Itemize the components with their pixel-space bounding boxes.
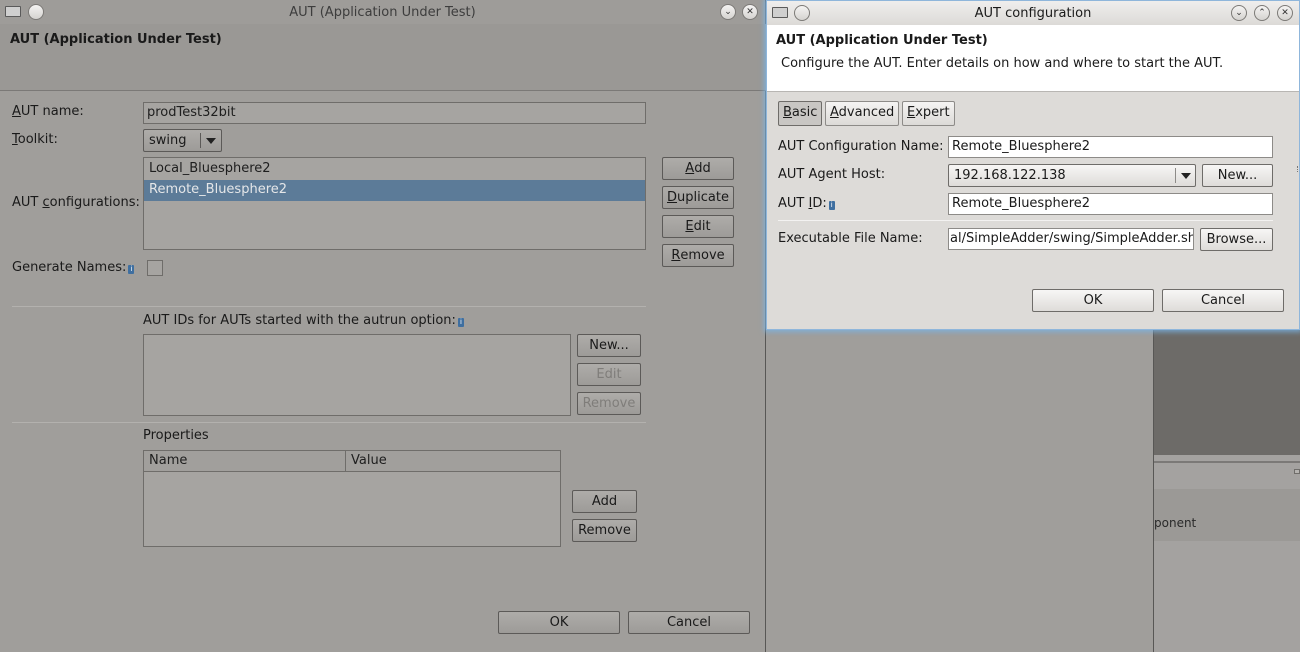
separator bbox=[12, 422, 646, 423]
agent-host-select[interactable]: 192.168.122.138 bbox=[948, 164, 1196, 187]
aut-id-label: AUT ID: i bbox=[778, 196, 835, 211]
config-name-label: AUT Configuration Name: bbox=[778, 139, 944, 154]
generate-names-label: Generate Names: i bbox=[12, 260, 135, 275]
window-options-icon[interactable] bbox=[28, 4, 44, 20]
aut-name-label: AUT name: bbox=[12, 104, 84, 119]
cancel-button[interactable]: Cancel bbox=[628, 611, 750, 634]
cancel-button[interactable]: Cancel bbox=[1162, 289, 1284, 312]
autrun-label: AUT IDs for AUTs started with the autrun… bbox=[143, 313, 464, 328]
ok-button[interactable]: OK bbox=[1032, 289, 1154, 312]
ok-button[interactable]: OK bbox=[498, 611, 620, 634]
maximize-icon[interactable]: ⌃ bbox=[1254, 5, 1270, 21]
window-menu-icon[interactable] bbox=[772, 7, 788, 18]
aut-id-input[interactable]: Remote_Bluesphere2 bbox=[948, 193, 1273, 215]
aut-configuration-titlebar: AUT configuration ⌄ ⌃ ✕ bbox=[767, 1, 1299, 25]
chevron-down-icon bbox=[206, 138, 216, 144]
aut-configuration-description: Configure the AUT. Enter details on how … bbox=[781, 56, 1224, 71]
window-menu-icon[interactable] bbox=[5, 6, 21, 17]
autrun-ids-list[interactable] bbox=[143, 334, 571, 416]
aut-dialog-titlebar: AUT (Application Under Test) ⌄ ✕ bbox=[0, 0, 765, 24]
minimize-icon[interactable]: ⌄ bbox=[1231, 5, 1247, 21]
generate-names-checkbox[interactable] bbox=[147, 260, 163, 276]
new-agent-host-button[interactable]: New... bbox=[1202, 164, 1273, 187]
aut-configuration-dialog: AUT configuration ⌄ ⌃ ✕ AUT (Application… bbox=[766, 0, 1300, 330]
browse-button[interactable]: Browse... bbox=[1200, 228, 1273, 251]
agent-host-value: 192.168.122.138 bbox=[954, 168, 1066, 183]
chevron-down-icon bbox=[1181, 173, 1191, 179]
info-icon: i bbox=[457, 318, 464, 327]
background-panel: ponent bbox=[1154, 455, 1300, 652]
separator bbox=[778, 220, 1273, 221]
config-name-input[interactable]: Remote_Bluesphere2 bbox=[948, 136, 1273, 158]
aut-configuration-header: AUT (Application Under Test) Configure t… bbox=[767, 25, 1299, 92]
aut-configurations-list[interactable]: Local_Bluesphere2 Remote_Bluesphere2 bbox=[143, 157, 646, 250]
resize-grip[interactable] bbox=[1297, 166, 1299, 172]
tab-expert[interactable]: Expert bbox=[902, 101, 955, 126]
aut-dialog-title: AUT (Application Under Test) bbox=[289, 4, 476, 20]
window-options-icon[interactable] bbox=[794, 5, 810, 21]
aut-configurations-label: AUT configurations: bbox=[12, 195, 140, 210]
aut-configuration-header-title: AUT (Application Under Test) bbox=[776, 33, 988, 48]
remove-config-button[interactable]: Remove bbox=[662, 244, 734, 267]
duplicate-config-button[interactable]: Duplicate bbox=[662, 186, 734, 209]
aut-dialog-header-title: AUT (Application Under Test) bbox=[10, 32, 222, 47]
list-item[interactable]: Local_Bluesphere2 bbox=[144, 158, 645, 180]
list-item-selected[interactable]: Remote_Bluesphere2 bbox=[144, 180, 645, 201]
component-label: ponent bbox=[1154, 516, 1197, 530]
minimize-icon[interactable]: ⌄ bbox=[720, 4, 736, 20]
separator bbox=[12, 306, 646, 307]
aut-name-input[interactable]: prodTest32bit bbox=[143, 102, 646, 124]
edit-config-button[interactable]: Edit bbox=[662, 215, 734, 238]
table-header-value[interactable]: Value bbox=[346, 451, 560, 472]
executable-file-label: Executable File Name: bbox=[778, 231, 923, 246]
aut-dialog: AUT (Application Under Test) ⌄ ✕ AUT (Ap… bbox=[0, 0, 766, 652]
info-icon: i bbox=[128, 265, 135, 274]
properties-table[interactable]: Name Value bbox=[143, 450, 561, 547]
aut-configuration-title: AUT configuration bbox=[974, 5, 1092, 21]
info-icon: i bbox=[828, 201, 835, 210]
add-property-button[interactable]: Add bbox=[572, 490, 637, 513]
agent-host-label: AUT Agent Host: bbox=[778, 167, 886, 182]
remove-property-button[interactable]: Remove bbox=[572, 519, 637, 542]
background-window bbox=[766, 330, 1154, 652]
toolkit-select-value: swing bbox=[149, 133, 187, 148]
toolkit-label: Toolkit: bbox=[12, 132, 58, 147]
executable-file-input[interactable]: al/SimpleAdder/swing/SimpleAdder.sh bbox=[948, 228, 1194, 250]
tab-basic[interactable]: Basic bbox=[778, 101, 823, 126]
close-icon[interactable]: ✕ bbox=[1277, 5, 1293, 21]
toolkit-select[interactable]: swing bbox=[143, 129, 222, 152]
add-config-button[interactable]: Add bbox=[662, 157, 734, 180]
properties-label: Properties bbox=[143, 428, 209, 443]
table-header-name[interactable]: Name bbox=[144, 451, 346, 472]
remove-autrun-id-button[interactable]: Remove bbox=[577, 392, 641, 415]
aut-dialog-header: AUT (Application Under Test) bbox=[0, 24, 766, 91]
tab-advanced[interactable]: Advanced bbox=[825, 101, 900, 126]
close-icon[interactable]: ✕ bbox=[742, 4, 758, 20]
new-autrun-id-button[interactable]: New... bbox=[577, 334, 641, 357]
edit-autrun-id-button[interactable]: Edit bbox=[577, 363, 641, 386]
